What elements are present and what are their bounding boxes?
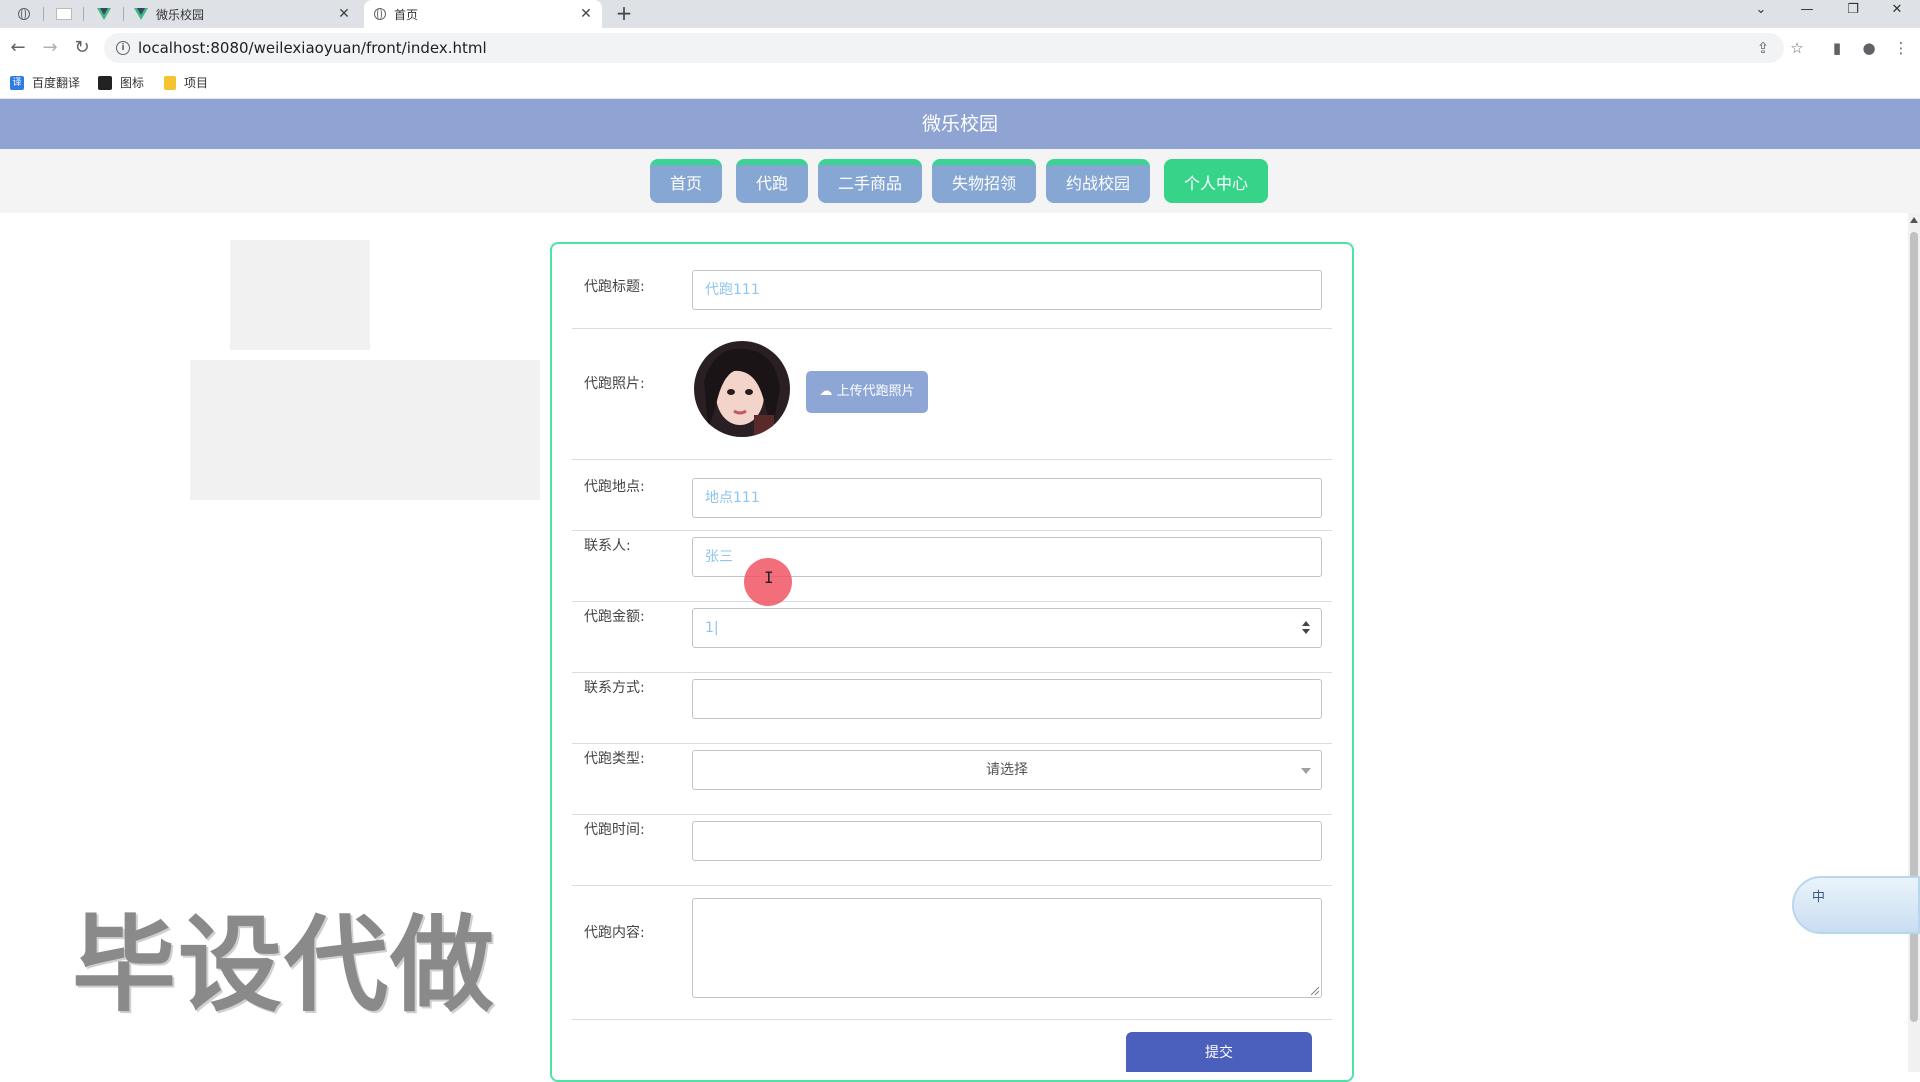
site-header: 微乐校园 — [0, 99, 1920, 149]
pinned-tab-3[interactable] — [84, 0, 124, 28]
form-row-contact: 联系人: 张三 — [572, 531, 1332, 602]
address-bar: ← → ↻ i localhost:8080/weilexiaoyuan/fro… — [0, 28, 1920, 68]
site-info-icon[interactable]: i — [116, 41, 130, 55]
nav-secondhand[interactable]: 二手商品 — [818, 159, 922, 203]
form-row-title: 代跑标题: 代跑111 — [572, 264, 1332, 329]
profile-icon[interactable]: ● — [1858, 37, 1880, 59]
bookmarks-bar: 译 百度翻译 图标 项目 — [0, 68, 1920, 99]
chevron-down-icon — [1301, 768, 1311, 774]
time-input[interactable] — [692, 821, 1322, 861]
mail-icon — [56, 8, 72, 20]
form-row-amount: 代跑金额: 1| — [572, 602, 1332, 673]
form-row-content: 代跑内容: — [572, 886, 1332, 1020]
bookmark-label: 百度翻译 — [32, 76, 81, 90]
location-label: 代跑地点: — [584, 479, 645, 495]
nav-label: 代跑 — [755, 174, 788, 193]
cloud-upload-icon: ☁ — [819, 384, 833, 399]
nav-campus-battle[interactable]: 约战校园 — [1046, 159, 1150, 203]
tab-weile[interactable]: 微乐校园 ✕ — [126, 0, 360, 28]
amount-label: 代跑金额: — [584, 609, 645, 625]
nav-label: 个人中心 — [1183, 174, 1248, 193]
tab-search-icon[interactable]: ⌄ — [1738, 0, 1784, 22]
bookmark-projects[interactable]: 项目 — [164, 74, 208, 91]
title-label: 代跑标题: — [584, 279, 645, 295]
bookmark-icons[interactable]: 图标 — [98, 74, 144, 91]
bookmark-label: 图标 — [120, 76, 145, 90]
reload-icon[interactable]: ↻ — [70, 36, 94, 60]
nav-label: 约战校园 — [1065, 174, 1130, 193]
watermark: 毕设代做 — [72, 904, 497, 1026]
new-tab-button[interactable]: + — [612, 0, 636, 28]
photo-label: 代跑照片: — [584, 376, 645, 392]
text-cursor-icon: I — [764, 568, 774, 587]
background-decoration — [190, 240, 540, 500]
url-text: localhost:8080/weilexiaoyuan/front/index… — [138, 39, 487, 57]
form-row-phone: 联系方式: — [572, 673, 1332, 744]
nav-label: 首页 — [669, 174, 702, 193]
restore-button[interactable]: ❐ — [1830, 0, 1876, 22]
menu-icon[interactable]: ⋮ — [1890, 37, 1912, 59]
side-panel-icon[interactable]: ▮ — [1826, 37, 1848, 59]
main-nav: 首页 代跑 二手商品 失物招领 约战校园 个人中心 — [0, 149, 1920, 213]
baidu-translate-icon: 译 — [10, 75, 24, 90]
icon-folder-icon — [98, 75, 112, 90]
nav-errand[interactable]: 代跑 — [736, 159, 808, 203]
resize-grip-icon[interactable] — [1311, 987, 1319, 995]
upload-photo-button[interactable]: ☁ 上传代跑照片 — [806, 371, 928, 413]
form-row-photo: 代跑照片: ☁ 上传代跑照片 — [572, 329, 1332, 460]
number-stepper-icon[interactable] — [1301, 621, 1311, 637]
back-icon[interactable]: ← — [6, 36, 30, 60]
form-row-time: 代跑时间: — [572, 815, 1332, 886]
type-label: 代跑类型: — [584, 751, 645, 767]
form-row-type: 代跑类型: 请选择 — [572, 744, 1332, 815]
vue-icon — [97, 8, 111, 20]
upload-label: 上传代跑照片 — [836, 384, 915, 399]
tab-title: 首页 — [394, 7, 419, 22]
phone-label: 联系方式: — [584, 680, 645, 696]
close-icon[interactable]: ✕ — [576, 6, 596, 22]
photo-thumbnail — [694, 341, 790, 437]
nav-label: 失物招领 — [951, 174, 1016, 193]
form-row-location: 代跑地点: 地点111 — [572, 460, 1332, 531]
location-input[interactable]: 地点111 — [692, 478, 1322, 518]
bookmark-baidu-translate[interactable]: 译 百度翻译 — [10, 74, 80, 91]
contact-label: 联系人: — [584, 538, 631, 554]
title-input[interactable]: 代跑111 — [692, 270, 1322, 310]
nav-label: 二手商品 — [837, 174, 902, 193]
scroll-up-icon[interactable] — [1910, 217, 1918, 223]
amount-value: 1| — [705, 620, 719, 636]
time-label: 代跑时间: — [584, 822, 645, 838]
ime-widget[interactable]: 中 — [1792, 876, 1920, 934]
tab-home[interactable]: 首页 ✕ — [364, 0, 602, 28]
bookmark-label: 项目 — [184, 76, 209, 90]
minimize-button[interactable]: — — [1784, 0, 1830, 22]
pinned-tab-1[interactable] — [4, 0, 44, 28]
ime-language: 中 — [1812, 890, 1826, 905]
folder-icon — [164, 75, 176, 90]
amount-input[interactable]: 1| — [692, 608, 1322, 648]
url-field[interactable]: i localhost:8080/weilexiaoyuan/front/ind… — [104, 33, 1784, 63]
nav-lost-found[interactable]: 失物招领 — [932, 159, 1036, 203]
photo-image — [694, 341, 790, 437]
tab-title: 微乐校园 — [156, 7, 205, 22]
share-icon[interactable]: ⇪ — [1752, 37, 1774, 59]
pinned-tab-2[interactable] — [44, 0, 84, 28]
globe-icon — [374, 8, 386, 20]
browser-tab-bar: 微乐校园 ✕ 首页 ✕ + ⌄ — ❐ ✕ — [0, 0, 1920, 28]
star-icon[interactable]: ☆ — [1786, 37, 1808, 59]
globe-icon — [18, 8, 30, 20]
type-placeholder: 请选择 — [986, 762, 1028, 778]
type-select[interactable]: 请选择 — [692, 750, 1322, 790]
close-window-button[interactable]: ✕ — [1874, 0, 1920, 22]
nav-personal-center[interactable]: 个人中心 — [1164, 159, 1268, 203]
forward-icon[interactable]: → — [38, 36, 62, 60]
content-textarea[interactable] — [692, 898, 1322, 998]
close-icon[interactable]: ✕ — [334, 6, 354, 22]
submit-button[interactable]: 提交 — [1126, 1032, 1312, 1072]
content-label: 代跑内容: — [584, 925, 645, 941]
vue-icon — [134, 8, 148, 20]
phone-input[interactable] — [692, 679, 1322, 719]
nav-home[interactable]: 首页 — [650, 159, 722, 203]
errand-form: 代跑标题: 代跑111 代跑照片: ☁ 上传代跑照片 代跑地点: 地点111 联… — [550, 242, 1354, 1082]
